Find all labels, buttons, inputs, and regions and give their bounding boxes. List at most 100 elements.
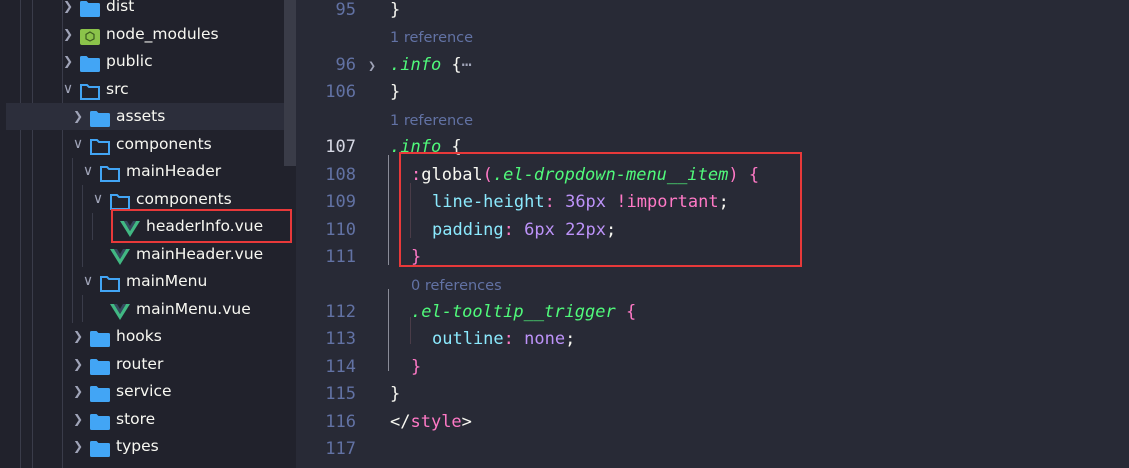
code-editor[interactable]: 95} 1 reference 96 ❯ .info {⋯ 106} 1 reference… bbox=[296, 0, 1129, 468]
tree-item-label: src bbox=[106, 79, 129, 98]
tree-item-mainmenu-vue[interactable]: mainMenu.vue bbox=[6, 296, 284, 323]
code-line: .info {⋯ bbox=[390, 55, 472, 75]
code-line: </style> bbox=[390, 412, 472, 432]
tree-item-label: mainMenu.vue bbox=[136, 299, 251, 318]
chevron-right-icon[interactable]: ❯ bbox=[62, 48, 74, 75]
code-token: } bbox=[390, 384, 401, 405]
chevron-down-icon[interactable]: ∨ bbox=[82, 268, 94, 295]
code-token: } bbox=[411, 356, 422, 377]
tree-item-label: hooks bbox=[116, 327, 162, 345]
indent-guide bbox=[388, 155, 389, 265]
code-token: : bbox=[503, 329, 525, 350]
code-line: .el-tooltip__trigger { bbox=[411, 302, 636, 322]
file-explorer: ❯ dist ❯ node_modules ❯ public ∨ src ❯ assets ∨ com… bbox=[0, 0, 296, 468]
line-number: 111 bbox=[325, 247, 356, 268]
line-number: 117 bbox=[325, 439, 356, 460]
chevron-right-icon[interactable]: ❯ bbox=[72, 433, 84, 460]
code-token: none bbox=[524, 329, 566, 350]
tree-item-public[interactable]: ❯ public bbox=[6, 48, 284, 75]
chevron-down-icon[interactable]: ∨ bbox=[72, 131, 84, 158]
tree-item-label: types bbox=[116, 437, 159, 455]
code-line: outline: none; bbox=[432, 329, 575, 349]
folder-open-icon bbox=[100, 274, 120, 292]
folder-icon bbox=[90, 109, 110, 127]
code-line: } bbox=[390, 384, 400, 404]
code-token: ; bbox=[565, 329, 576, 350]
chevron-right-icon[interactable]: ❯ bbox=[62, 21, 74, 48]
highlight-box bbox=[399, 152, 802, 267]
tree-item-components[interactable]: ∨ components bbox=[6, 131, 284, 158]
codelens-references[interactable]: 1 reference bbox=[390, 30, 473, 46]
folder-icon bbox=[90, 412, 110, 430]
tree-item-assets[interactable]: ❯ assets bbox=[6, 103, 284, 130]
folder-open-icon bbox=[90, 137, 110, 155]
line-number: 109 bbox=[325, 192, 356, 213]
chevron-right-icon[interactable]: ❯ bbox=[72, 406, 84, 433]
line-number: 112 bbox=[325, 301, 356, 322]
chevron-right-icon[interactable]: ❯ bbox=[62, 0, 74, 20]
tree-item-src[interactable]: ∨ src bbox=[6, 76, 284, 103]
code-token: .info bbox=[390, 54, 442, 75]
tree-item-types[interactable]: ❯ types bbox=[6, 433, 284, 460]
chevron-right-icon[interactable]: ❯ bbox=[72, 323, 84, 350]
folder-icon bbox=[80, 0, 100, 17]
tree-item-mainheader-vue[interactable]: mainHeader.vue bbox=[6, 241, 284, 268]
highlight-box bbox=[111, 209, 292, 243]
tree-item-label: store bbox=[116, 409, 156, 428]
indent-guide bbox=[388, 289, 389, 371]
chevron-down-icon[interactable]: ∨ bbox=[62, 76, 74, 103]
tree-item-label: assets bbox=[116, 107, 166, 125]
fold-chevron-icon[interactable]: ❯ bbox=[366, 55, 378, 79]
line-number: 108 bbox=[325, 164, 356, 185]
line-number: 107 bbox=[325, 137, 356, 158]
tree-item-store[interactable]: ❯ store bbox=[6, 406, 284, 433]
chevron-down-icon[interactable]: ∨ bbox=[92, 186, 104, 213]
explorer-scrollbar[interactable] bbox=[284, 0, 296, 166]
folder-open-icon bbox=[110, 192, 130, 210]
code-token: } bbox=[390, 0, 401, 20]
tree-item-mainmenu[interactable]: ∨ mainMenu bbox=[6, 268, 284, 295]
folder-open-icon bbox=[80, 82, 100, 100]
code-token: { bbox=[615, 301, 637, 322]
tree-item-label: router bbox=[116, 354, 164, 373]
node-folder-icon bbox=[80, 27, 100, 45]
tree-item-router[interactable]: ❯ router bbox=[6, 351, 284, 378]
code-token: </ bbox=[390, 411, 411, 432]
chevron-right-icon[interactable]: ❯ bbox=[72, 103, 84, 130]
codelens-references[interactable]: 1 reference bbox=[390, 113, 473, 129]
line-number: 110 bbox=[325, 219, 356, 240]
folder-icon bbox=[90, 439, 110, 457]
code-token: } bbox=[390, 82, 401, 103]
code-line: } bbox=[390, 82, 400, 102]
code-token: style bbox=[410, 411, 462, 432]
chevron-down-icon[interactable]: ∨ bbox=[82, 158, 94, 185]
chevron-right-icon[interactable]: ❯ bbox=[72, 351, 84, 378]
line-number: 116 bbox=[325, 411, 356, 432]
tree-item-label: public bbox=[106, 52, 153, 70]
tree-item-mainheader[interactable]: ∨ mainHeader bbox=[6, 158, 284, 185]
code-token: .el-tooltip__trigger bbox=[411, 301, 616, 322]
vue-file-icon bbox=[110, 302, 130, 320]
tree-item-label: node_modules bbox=[106, 24, 219, 43]
chevron-right-icon[interactable]: ❯ bbox=[72, 378, 84, 405]
folder-icon bbox=[90, 357, 110, 375]
code-token: ⋯ bbox=[461, 54, 472, 75]
tree-item-hooks[interactable]: ❯ hooks bbox=[6, 323, 284, 350]
tree-item-label: components bbox=[116, 134, 212, 153]
tree-item-service[interactable]: ❯ service bbox=[6, 378, 284, 405]
vue-file-icon bbox=[110, 247, 130, 265]
tree-item-label: mainMenu bbox=[126, 272, 208, 290]
tree-item-dist[interactable]: ❯ dist bbox=[6, 0, 284, 20]
codelens-references[interactable]: 0 references bbox=[411, 278, 502, 294]
line-number: 106 bbox=[325, 82, 356, 103]
folder-icon bbox=[90, 384, 110, 402]
code-token: { bbox=[441, 54, 462, 75]
code-line: } bbox=[390, 0, 400, 20]
tree-item-label: mainHeader.vue bbox=[136, 244, 264, 263]
line-number: 95 bbox=[335, 0, 356, 20]
line-number: 115 bbox=[325, 384, 356, 405]
line-number: 96 bbox=[335, 54, 356, 75]
tree-item-node_modules[interactable]: ❯ node_modules bbox=[6, 21, 284, 48]
code-token: > bbox=[461, 411, 472, 432]
line-number: 113 bbox=[325, 329, 356, 350]
